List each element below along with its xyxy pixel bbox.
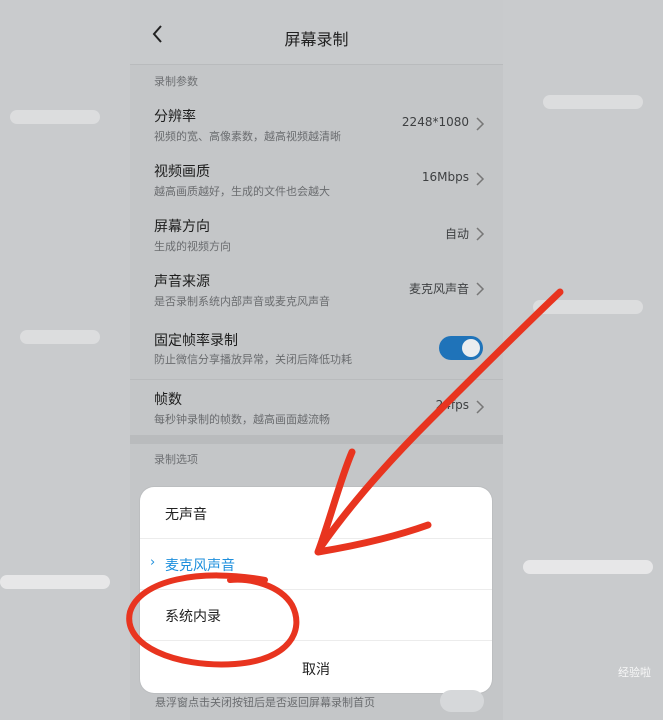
chevron-right-icon (476, 117, 485, 131)
chevron-right-icon (476, 172, 485, 186)
setting-name: 声音来源 (154, 274, 210, 290)
left-background (0, 0, 130, 720)
chevron-right-icon (476, 282, 485, 296)
option-label: 麦克风声音 (165, 558, 235, 574)
blur-band (533, 300, 643, 314)
blur-band (0, 575, 110, 589)
blur-band (523, 560, 653, 574)
setting-name: 视频画质 (154, 164, 210, 180)
setting-row-fixed-framerate: 固定帧率录制 防止微信分享播放异常，关闭后降低功耗 (130, 317, 503, 380)
fixed-framerate-toggle[interactable] (439, 336, 483, 360)
setting-desc: 视频的宽、高像素数，越高视频越清晰 (154, 130, 341, 143)
setting-value: 自动 (444, 227, 469, 241)
setting-row-framerate[interactable]: 帧数 每秒钟录制的帧数，越高画面越流畅 24fps (130, 380, 503, 436)
setting-value: 麦克风声音 (408, 282, 469, 296)
blur-band (543, 95, 643, 109)
setting-value: 2248*1080 (401, 115, 469, 129)
setting-name: 固定帧率录制 (154, 333, 238, 349)
cancel-label: 取消 (302, 662, 330, 678)
audio-source-sheet: 无声音 › 麦克风声音 系统内录 取消 (140, 487, 492, 693)
option-no-sound[interactable]: 无声音 (140, 487, 492, 539)
option-microphone[interactable]: › 麦克风声音 (140, 538, 492, 590)
chevron-right-icon (476, 400, 485, 414)
background-setting-text: 悬浮窗点击关闭按钮后是否返回屏幕录制首页 (155, 696, 375, 709)
app-header: 屏幕录制 (130, 0, 503, 65)
blur-band (10, 110, 100, 124)
setting-name: 分辨率 (154, 109, 196, 125)
setting-desc: 越高画质越好，生成的文件也会越大 (154, 185, 330, 198)
blur-band (20, 330, 100, 344)
option-label: 无声音 (165, 507, 207, 523)
option-label: 系统内录 (165, 609, 221, 625)
chevron-right-icon (476, 227, 485, 241)
setting-row-audio-source[interactable]: 声音来源 是否录制系统内部声音或麦克风声音 麦克风声音 (130, 262, 503, 318)
setting-value: 16Mbps (421, 170, 469, 184)
setting-desc: 生成的视频方向 (154, 240, 231, 253)
section-label-params: 录制参数 (154, 75, 198, 88)
setting-desc: 每秒钟录制的帧数，越高画面越流畅 (154, 413, 330, 426)
option-system-audio[interactable]: 系统内录 (140, 589, 492, 641)
background-toggle (440, 690, 484, 712)
setting-name: 帧数 (154, 392, 182, 408)
setting-row-resolution[interactable]: 分辨率 视频的宽、高像素数，越高视频越清晰 2248*1080 (130, 97, 503, 153)
setting-row-quality[interactable]: 视频画质 越高画质越好，生成的文件也会越大 16Mbps (130, 152, 503, 208)
page-title: 屏幕录制 (284, 30, 349, 49)
setting-desc: 防止微信分享播放异常，关闭后降低功耗 (154, 353, 352, 366)
toggle-knob (462, 339, 480, 357)
section-label-options: 录制选项 (154, 453, 198, 466)
selected-chevron-icon: › (150, 555, 156, 570)
setting-row-orientation[interactable]: 屏幕方向 生成的视频方向 自动 (130, 207, 503, 263)
right-background (503, 0, 663, 720)
setting-value: 24fps (435, 398, 469, 412)
cancel-button[interactable]: 取消 (140, 642, 492, 693)
setting-desc: 是否录制系统内部声音或麦克风声音 (154, 295, 330, 308)
setting-name: 屏幕方向 (154, 219, 210, 235)
watermark: 经验啦 (618, 666, 651, 679)
section-divider (130, 436, 503, 444)
